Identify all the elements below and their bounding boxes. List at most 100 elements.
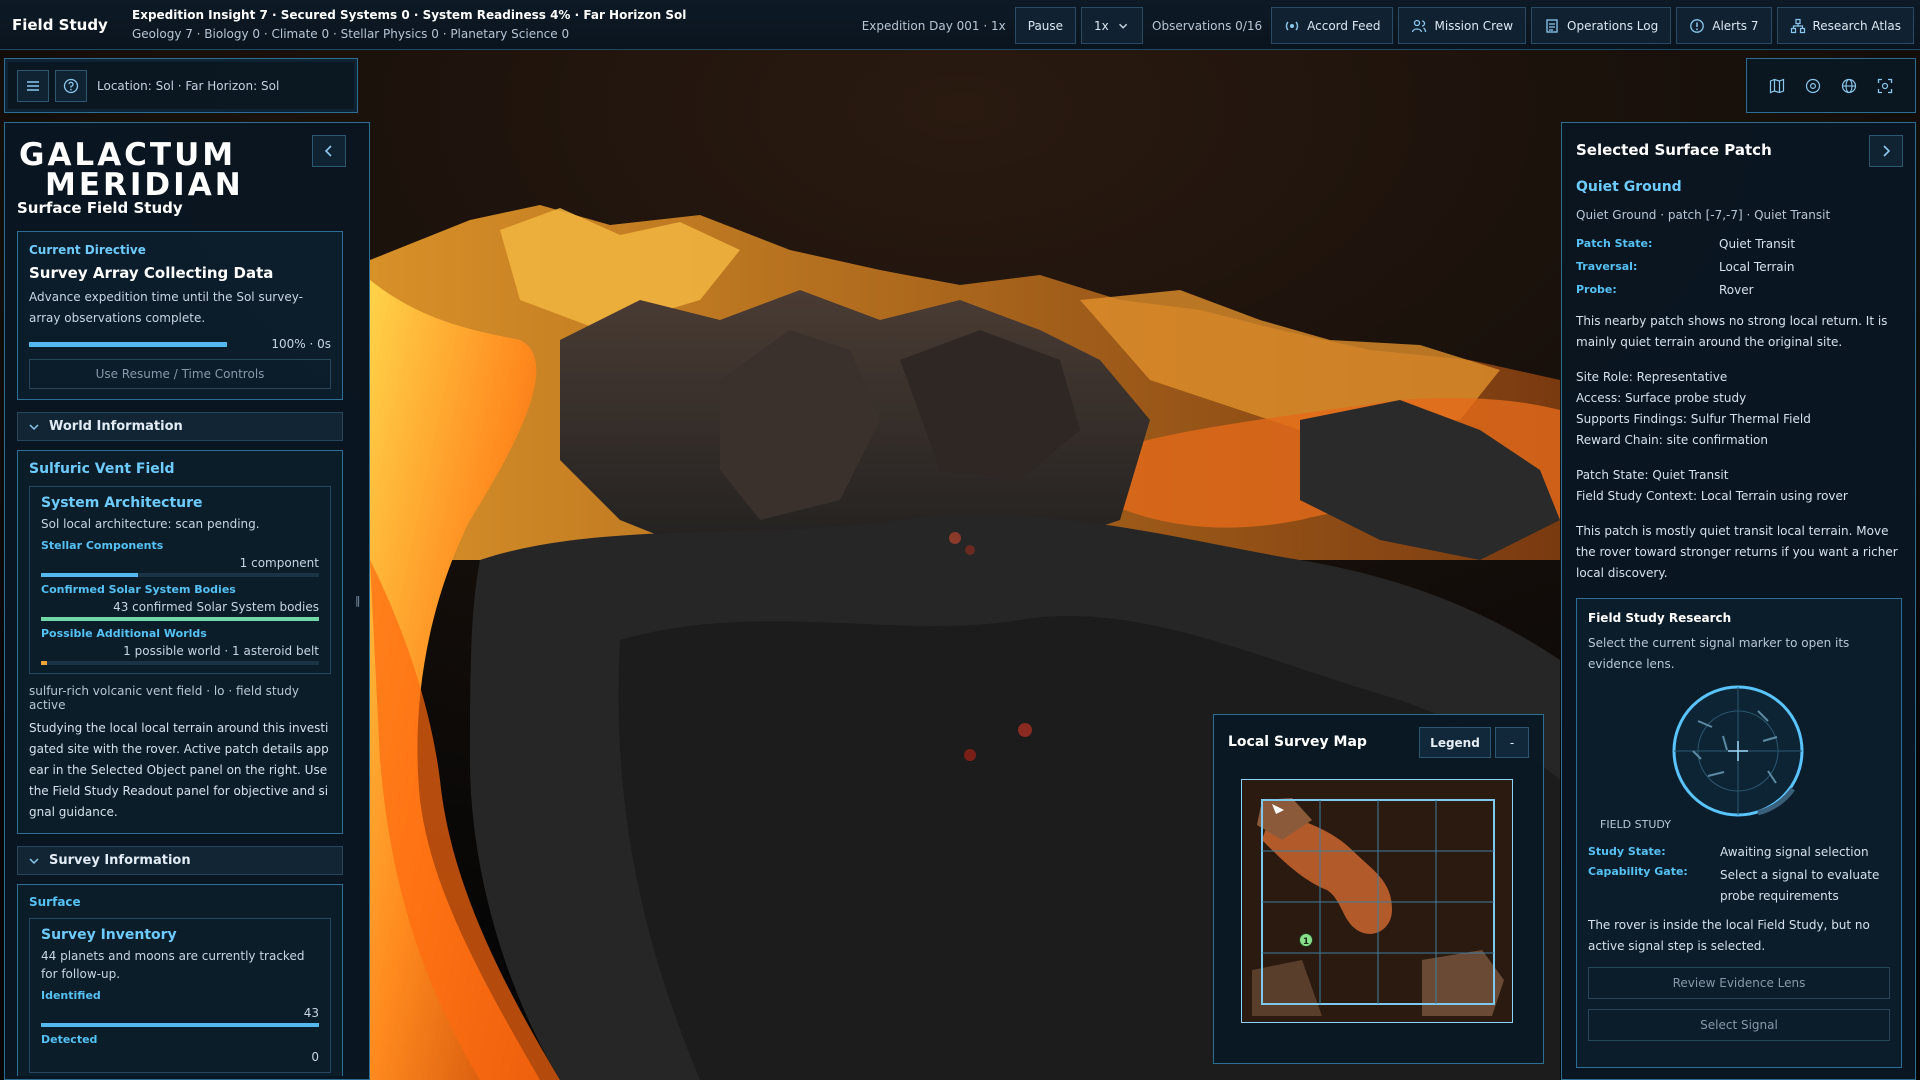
patch-attributes: Patch State: Quiet Transit Traversal: Loca…: [1576, 237, 1902, 297]
stats-line-1: Expedition Insight 7 · Secured Systems 0…: [132, 7, 687, 22]
attr-key: Probe:: [1576, 283, 1617, 296]
alerts-button[interactable]: Alerts 7: [1676, 7, 1772, 44]
survey-info-card: Surface Survey Inventory 44 planets and …: [17, 884, 343, 1076]
arch-title: System Architecture: [41, 495, 203, 511]
directive-progress-bar: [29, 341, 227, 347]
signal-marker-label[interactable]: 1: [1303, 937, 1309, 947]
stellar-bar: [41, 573, 319, 577]
left-panel-scroll[interactable]: Current Directive Survey Array Collectin…: [17, 231, 343, 1076]
chevron-down-icon: [29, 423, 39, 430]
operations-log-label: Operations Log: [1567, 18, 1659, 33]
site-access: Access: Surface probe study: [1576, 391, 1747, 405]
chevron-down-icon: [1118, 23, 1127, 29]
patch-heading: Quiet Ground: [1576, 179, 1682, 195]
mission-crew-button[interactable]: Mission Crew: [1398, 7, 1527, 44]
left-panel: GALACTUM MERIDIAN Surface Field Study Cu…: [4, 122, 370, 1080]
menu-icon: [27, 80, 39, 91]
chevron-down-icon: [29, 857, 39, 864]
map-view-button[interactable]: [1761, 70, 1793, 102]
chevron-right-icon: [1883, 145, 1891, 157]
survey-info-header[interactable]: Survey Information: [17, 846, 343, 875]
stellar-value: 1 component: [239, 556, 319, 570]
focus-view-button[interactable]: [1869, 70, 1901, 102]
menu-button[interactable]: [17, 69, 49, 102]
select-signal-button[interactable]: Select Signal: [1588, 1009, 1890, 1041]
help-button[interactable]: [55, 69, 87, 102]
confirmed-value: 43 confirmed Solar System bodies: [113, 600, 319, 614]
attr-value: Rover: [1719, 283, 1754, 297]
alert-icon: [1690, 18, 1705, 33]
patch-guidance: This patch is mostly quiet transit local…: [1576, 524, 1898, 580]
logo-line-2: MERIDIAN: [45, 167, 244, 203]
site-reward: Reward Chain: site confirmation: [1576, 433, 1768, 447]
top-controls: Expedition Day 001 · 1x Pause 1x Observa…: [858, 7, 1914, 44]
survey-minimap[interactable]: 1: [1241, 779, 1513, 1023]
study-note: The rover is inside the local Field Stud…: [1588, 918, 1870, 953]
detected-value: 0: [311, 1050, 319, 1064]
operations-log-button[interactable]: Operations Log: [1531, 7, 1672, 44]
expedition-stats: Expedition Insight 7 · Secured Systems 0…: [132, 6, 686, 44]
field-paragraph: Studying the local local terrain around …: [29, 721, 329, 819]
alerts-label: Alerts 7: [1712, 18, 1759, 33]
pause-button[interactable]: Pause: [1014, 7, 1077, 44]
system-architecture-card: System Architecture Sol local architectu…: [29, 486, 331, 674]
radar-widget[interactable]: FIELD STUDY: [1588, 681, 1914, 831]
study-key: Study State:: [1588, 845, 1666, 858]
game-logo: GALACTUM MERIDIAN: [19, 137, 244, 203]
identified-label: Identified: [41, 989, 101, 1002]
research-atlas-button[interactable]: Research Atlas: [1776, 7, 1914, 44]
site-role: Site Role: Representative: [1576, 370, 1728, 384]
mission-crew-label: Mission Crew: [1434, 18, 1514, 33]
game-viewport[interactable]: Field Study Expedition Insight 7 · Secur…: [0, 0, 1920, 1080]
directive-progress-text: 100% · 0s: [271, 337, 331, 351]
focus-icon: [1877, 78, 1893, 93]
legend-button[interactable]: Legend: [1419, 727, 1491, 758]
field-study-research-card: Field Study Research Select the current …: [1576, 598, 1902, 1068]
directive-title: Survey Array Collecting Data: [29, 264, 274, 282]
globe-icon: [1841, 78, 1857, 93]
survey-map-title: Local Survey Map: [1228, 734, 1367, 750]
surface-label: Surface: [29, 895, 81, 909]
atlas-icon: [1790, 18, 1805, 33]
speed-value: 1x: [1094, 18, 1109, 33]
inventory-title: Survey Inventory: [41, 927, 177, 943]
field-title: Sulfuric Vent Field: [29, 461, 175, 477]
research-desc: Select the current signal marker to open…: [1588, 636, 1850, 671]
world-info-header[interactable]: World Information: [17, 412, 343, 441]
study-attributes: Study State: Awaiting signal selection Ca…: [1588, 845, 1890, 907]
context-field: Field Study Context: Local Terrain using…: [1576, 489, 1848, 503]
globe-view-button[interactable]: [1833, 70, 1865, 102]
possible-bar: [41, 661, 319, 665]
world-info-card: Sulfuric Vent Field System Architecture …: [17, 450, 343, 834]
collapse-left-button[interactable]: [312, 135, 346, 167]
location-bar: Location: Sol · Far Horizon: Sol: [4, 58, 358, 113]
panel-resize-handle[interactable]: ‖: [355, 594, 361, 608]
accord-feed-button[interactable]: Accord Feed: [1271, 7, 1394, 44]
speed-select[interactable]: 1x: [1081, 7, 1144, 44]
possible-value: 1 possible world · 1 asteroid belt: [123, 644, 319, 658]
inventory-desc: 44 planets and moons are currently track…: [41, 949, 305, 981]
attr-key: Patch State:: [1576, 237, 1653, 250]
minimize-map-button[interactable]: -: [1495, 727, 1529, 758]
resume-time-controls-button[interactable]: Use Resume / Time Controls: [29, 359, 331, 389]
collapse-right-button[interactable]: [1869, 135, 1903, 167]
panel-subtitle: Surface Field Study: [17, 199, 183, 217]
orbit-view-button[interactable]: [1797, 70, 1829, 102]
right-panel-body[interactable]: Quiet Ground Quiet Ground · patch [-7,-7…: [1576, 179, 1902, 1068]
directive-desc: Advance expedition time until the Sol su…: [29, 290, 303, 325]
study-key: Capability Gate:: [1588, 865, 1688, 878]
right-panel: Selected Surface Patch Quiet Ground Quie…: [1561, 122, 1916, 1080]
survey-info-label: Survey Information: [49, 853, 191, 868]
directive-card: Current Directive Survey Array Collectin…: [17, 231, 343, 400]
attr-value: Local Terrain: [1719, 260, 1795, 274]
stellar-label: Stellar Components: [41, 539, 164, 552]
research-atlas-label: Research Atlas: [1812, 18, 1902, 33]
location-text: Location: Sol · Far Horizon: Sol: [97, 78, 280, 93]
map-icon: [1769, 78, 1785, 93]
log-icon: [1546, 18, 1558, 33]
identified-value: 43: [303, 1006, 319, 1020]
research-title: Field Study Research: [1588, 611, 1732, 625]
attr-value: Quiet Transit: [1719, 237, 1796, 251]
survey-inventory-card: Survey Inventory 44 planets and moons ar…: [29, 918, 331, 1073]
review-evidence-lens-button[interactable]: Review Evidence Lens: [1588, 967, 1890, 999]
